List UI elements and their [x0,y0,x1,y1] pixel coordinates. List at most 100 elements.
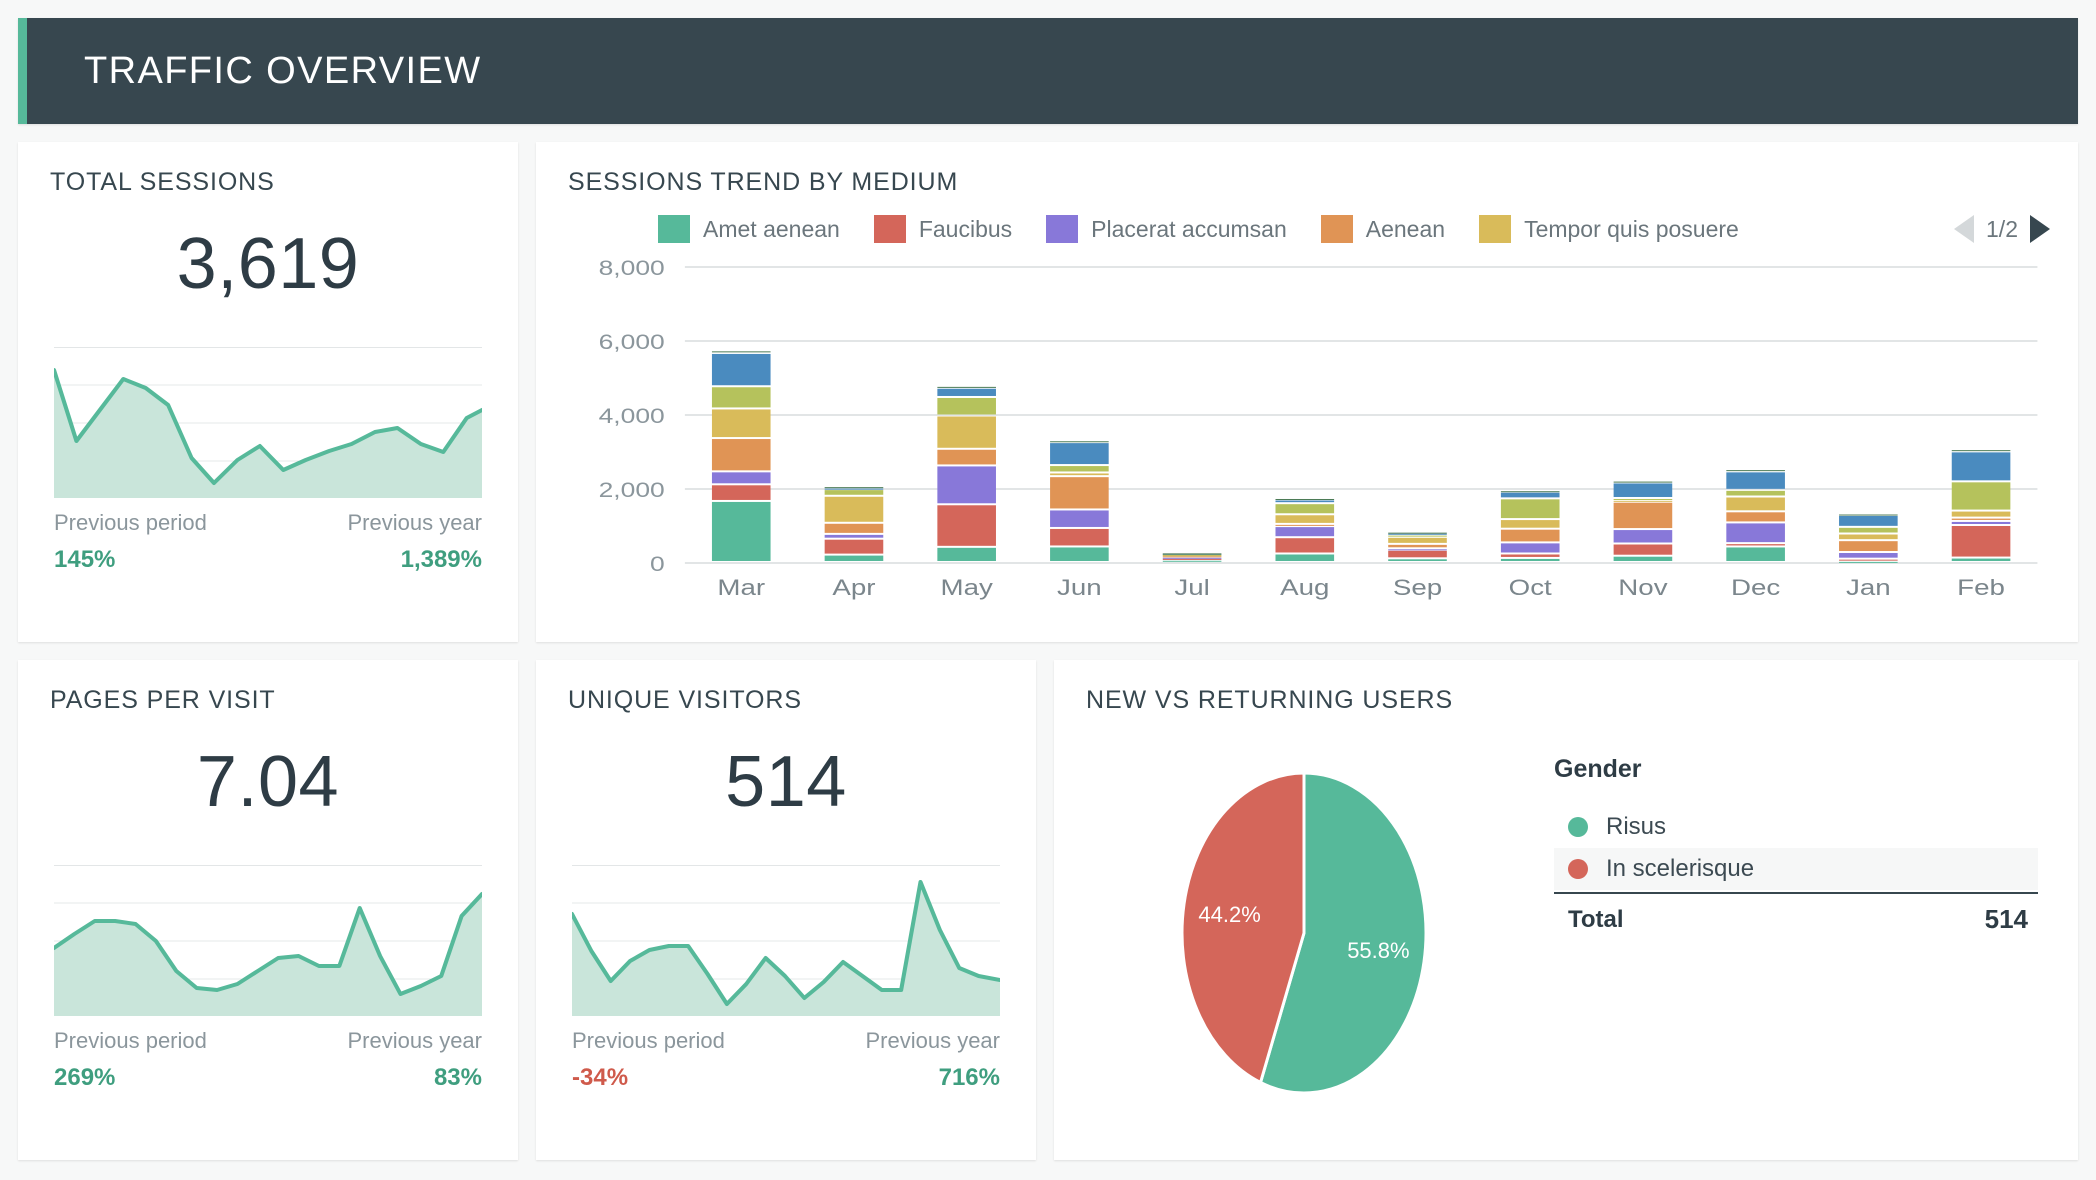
bar-segment[interactable] [1614,483,1673,497]
bar-segment[interactable] [1501,543,1560,552]
bar-segment[interactable] [1275,554,1334,561]
bar-segment[interactable] [1050,547,1109,561]
bar-segment[interactable] [825,556,884,561]
bar-segment[interactable] [1050,510,1109,526]
bar-segment[interactable] [1501,499,1560,518]
bar-segment[interactable] [825,487,884,488]
bar-segment[interactable] [937,389,996,396]
bar-segment[interactable] [1275,499,1334,500]
bar-segment[interactable] [1614,530,1673,542]
bar-segment[interactable] [1839,553,1898,558]
bar-segment[interactable] [937,416,996,447]
bar-segment[interactable] [1163,559,1222,560]
bar-segment[interactable] [1388,534,1447,535]
bar-segment[interactable] [1952,519,2011,520]
bar-segment[interactable] [825,489,884,490]
bar-segment[interactable] [1163,558,1222,559]
bar-segment[interactable] [1839,562,1898,563]
bar-segment[interactable] [1275,527,1334,536]
bar-segment[interactable] [1839,541,1898,551]
bar-segment[interactable] [712,485,771,500]
bar-segment[interactable] [1275,504,1334,513]
legend-item-3[interactable]: Aenean [1321,215,1445,243]
bar-segment[interactable] [1726,544,1785,545]
bar-segment[interactable] [1388,549,1447,550]
bar-segment[interactable] [1952,482,2011,509]
bar-segment[interactable] [1388,551,1447,558]
bar-segment[interactable] [1275,500,1334,502]
bar-segment[interactable] [1050,529,1109,546]
bar-segment[interactable] [1163,561,1222,562]
bar-segment[interactable] [1952,512,2011,517]
bar-segment[interactable] [1614,557,1673,561]
bar-segment[interactable] [1275,515,1334,523]
bar-segment[interactable] [1275,538,1334,552]
bar-segment[interactable] [1050,443,1109,464]
bar-segment[interactable] [1614,503,1673,528]
bar-segment[interactable] [1050,477,1109,508]
bar-segment[interactable] [937,387,996,388]
bar-segment[interactable] [1726,470,1785,471]
bar-segment[interactable] [1501,491,1560,492]
bar-segment[interactable] [712,502,771,561]
bar-segment[interactable] [937,450,996,465]
bar-segment[interactable] [1839,560,1898,561]
bar-segment[interactable] [1501,520,1560,528]
bar-segment[interactable] [1388,536,1447,537]
legend-item-0[interactable]: Amet aenean [658,215,840,243]
bar-segment[interactable] [1501,493,1560,498]
bar-segment[interactable] [825,540,884,554]
bar-segment[interactable] [825,497,884,522]
bar-segment[interactable] [937,398,996,415]
bar-segment[interactable] [1952,526,2011,557]
bar-segment[interactable] [1952,450,2011,451]
bar-segment[interactable] [1952,522,2011,524]
legend-item-4[interactable]: Tempor quis posuere [1479,215,1739,243]
bar-segment[interactable] [1388,533,1447,534]
legend-item-2[interactable]: Placerat accumsan [1046,215,1287,243]
bar-segment[interactable] [1163,556,1222,557]
bar-segment[interactable] [1614,482,1673,483]
bar-segment[interactable] [1952,452,2011,480]
legend-prev-arrow-icon[interactable] [1954,215,1974,243]
bar-segment[interactable] [712,387,771,407]
bar-segment[interactable] [1388,538,1447,543]
legend-next-arrow-icon[interactable] [2030,215,2050,243]
bar-segment[interactable] [1839,528,1898,533]
bar-segment[interactable] [1050,473,1109,475]
legend-item-1[interactable]: Faucibus [874,215,1012,243]
bar-segment[interactable] [937,505,996,546]
bar-segment[interactable] [1839,535,1898,540]
bar-segment[interactable] [1388,545,1447,547]
bar-segment[interactable] [712,409,771,437]
bar-segment[interactable] [1726,547,1785,561]
bar-segment[interactable] [1839,515,1898,516]
bar-segment[interactable] [1952,559,2011,561]
bar-segment[interactable] [712,439,771,470]
bar-segment[interactable] [1726,491,1785,496]
bar-segment[interactable] [825,524,884,533]
bar-segment[interactable] [1388,559,1447,561]
bar-segment[interactable] [1275,525,1334,526]
bar-segment[interactable] [712,354,771,385]
bar-segment[interactable] [1726,498,1785,511]
bar-segment[interactable] [1726,523,1785,542]
bar-segment[interactable] [1501,554,1560,556]
pie-legend-row[interactable]: Risus [1554,806,2038,848]
bar-segment[interactable] [712,472,771,483]
bar-segment[interactable] [1614,501,1673,502]
bar-segment[interactable] [1726,512,1785,521]
bar-segment[interactable] [937,466,996,503]
bar-segment[interactable] [1501,559,1560,561]
bar-segment[interactable] [937,548,996,561]
bar-segment[interactable] [1501,530,1560,542]
bar-segment[interactable] [1614,499,1673,500]
bar-segment[interactable] [825,535,884,538]
bar-segment[interactable] [1614,545,1673,555]
bar-segment[interactable] [1050,441,1109,442]
bar-segment[interactable] [825,490,884,495]
pie-legend-row[interactable]: In scelerisque [1554,848,2038,890]
bar-segment[interactable] [1050,466,1109,471]
bar-segment[interactable] [712,351,771,352]
bar-segment[interactable] [1163,553,1222,554]
